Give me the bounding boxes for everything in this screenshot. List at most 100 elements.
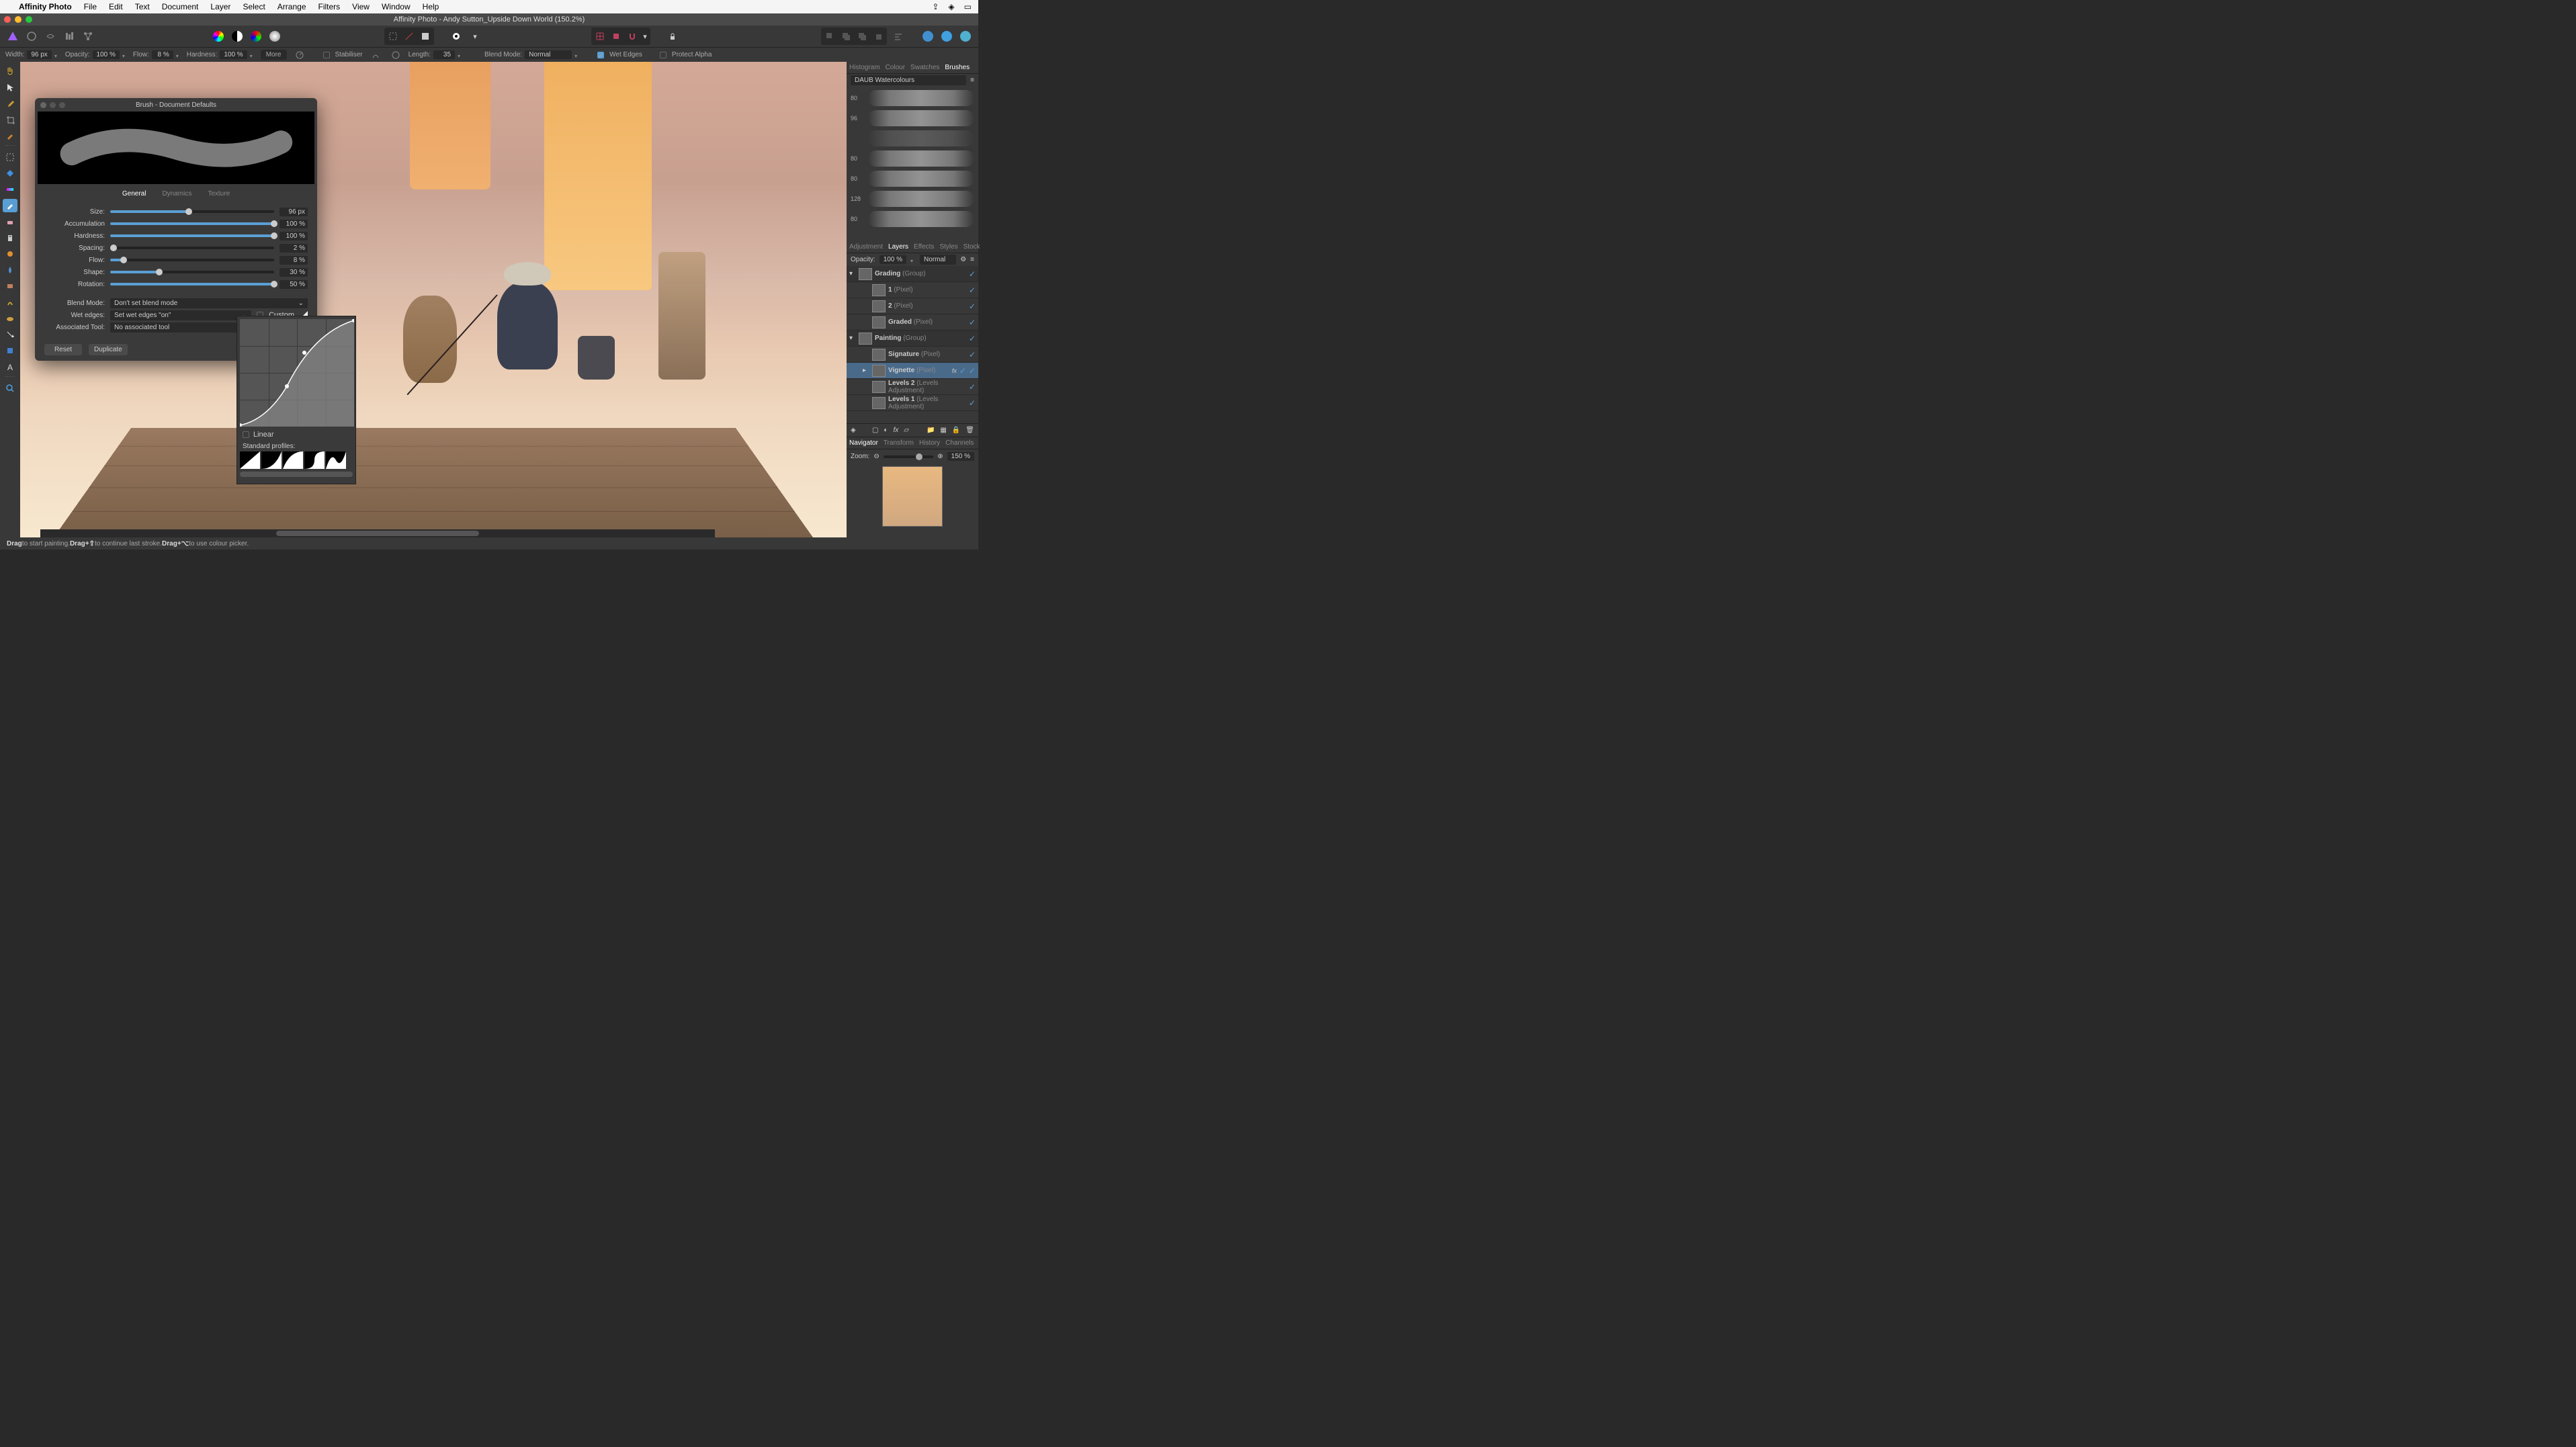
snap-magnet-icon[interactable] — [625, 29, 640, 44]
layer-list[interactable]: ▾ Grading (Group) ✓ 1 (Pixel) ✓ 2 (Pixel… — [847, 266, 978, 423]
dlg-spacing-input[interactable]: 2 % — [280, 244, 308, 253]
curve-editor[interactable] — [240, 319, 354, 427]
menu-text[interactable]: Text — [135, 2, 150, 11]
disclosure-icon[interactable]: ▾ — [849, 335, 856, 342]
brush-preset[interactable]: 128 — [849, 189, 976, 209]
horizontal-scrollbar[interactable] — [40, 529, 715, 537]
move-tool[interactable] — [3, 81, 17, 94]
layers-menu-icon[interactable]: ≡ — [970, 256, 974, 263]
smudge-tool[interactable] — [3, 296, 17, 309]
layer-name[interactable]: Grading (Group) — [875, 270, 966, 277]
dlg-shape-slider[interactable] — [110, 271, 274, 273]
layer-row[interactable]: Signature (Pixel) ✓ — [847, 347, 978, 363]
wet-edges-checkbox[interactable]: ✓ — [597, 52, 604, 58]
menu-file[interactable]: File — [84, 2, 97, 11]
window-minimize-button[interactable] — [15, 16, 22, 23]
assistant-1-icon[interactable] — [920, 29, 935, 44]
linear-checkbox[interactable] — [243, 431, 249, 438]
dlg-blend-select[interactable]: Don't set blend mode⌄ — [110, 298, 308, 308]
persona-export-icon[interactable] — [81, 29, 95, 44]
align-icon[interactable] — [891, 29, 906, 44]
app-name[interactable]: Affinity Photo — [19, 2, 72, 11]
stabiliser-mode-2-icon[interactable] — [388, 48, 403, 62]
layer-opacity-input[interactable]: 100 % — [879, 255, 906, 264]
zoom-input[interactable]: 150 % — [947, 452, 974, 461]
gradient-tool[interactable] — [3, 183, 17, 196]
tab-navigator[interactable]: Navigator — [849, 439, 878, 447]
disclosure-icon[interactable]: ▸ — [863, 367, 869, 374]
layer-row[interactable]: ▸ Vignette (Pixel) fx ✓✓ — [847, 363, 978, 379]
colour-grey-icon[interactable] — [267, 29, 282, 44]
opacity-dropdown-icon[interactable] — [122, 52, 128, 58]
menu-filters[interactable]: Filters — [318, 2, 341, 11]
flow-input[interactable]: 8 % — [152, 50, 173, 59]
dlg-spacing-slider[interactable] — [110, 247, 274, 249]
tab-history[interactable]: History — [919, 439, 940, 447]
hardness-dropdown-icon[interactable] — [250, 52, 255, 58]
colour-bw-icon[interactable] — [230, 29, 245, 44]
length-dropdown-icon[interactable] — [458, 52, 463, 58]
brush-dialog-titlebar[interactable]: Brush - Document Defaults — [35, 98, 317, 112]
brush-preset[interactable] — [849, 128, 976, 148]
tab-texture[interactable]: Texture — [208, 190, 230, 198]
dlg-accumulation-input[interactable]: 100 % — [280, 220, 308, 228]
dlg-flow-input[interactable]: 8 % — [280, 256, 308, 265]
layer-adjustment-icon[interactable]: ◐ — [884, 427, 888, 434]
tab-layers[interactable]: Layers — [888, 243, 908, 251]
tab-styles[interactable]: Styles — [939, 243, 957, 251]
brush-preset[interactable]: 80 — [849, 209, 976, 229]
layer-visible-icon[interactable]: ✓ — [969, 350, 976, 359]
layer-visible-icon[interactable]: ✓ — [969, 382, 976, 392]
width-input[interactable]: 96 px — [27, 50, 51, 59]
layer-name[interactable]: 1 (Pixel) — [888, 286, 966, 294]
layer-visible-icon[interactable]: ✓ — [969, 334, 976, 343]
more-button[interactable]: More — [261, 50, 287, 60]
profile-preset[interactable] — [304, 451, 325, 469]
brush-preset[interactable]: 80 — [849, 88, 976, 108]
protect-alpha-checkbox[interactable] — [660, 52, 667, 58]
tab-brushes[interactable]: Brushes — [945, 64, 970, 71]
tab-effects[interactable]: Effects — [914, 243, 934, 251]
quick-mask-dropdown-icon[interactable]: ▾ — [468, 29, 482, 44]
tab-general[interactable]: General — [122, 190, 146, 198]
layer-visible-icon[interactable]: ✓ — [969, 302, 976, 311]
selection-mode-1-icon[interactable] — [386, 29, 400, 44]
stabiliser-mode-1-icon[interactable] — [368, 48, 383, 62]
layer-row[interactable]: ▾ Painting (Group) ✓ — [847, 331, 978, 347]
layer-lock-icon[interactable]: 🔒 — [952, 427, 960, 434]
layer-fx-icon[interactable]: fx — [893, 427, 898, 434]
disclosure-icon[interactable]: ▾ — [849, 270, 856, 277]
hardness-input[interactable]: 100 % — [220, 50, 247, 59]
layer-name[interactable]: Painting (Group) — [875, 335, 966, 342]
brushes-menu-icon[interactable]: ≡ — [970, 77, 974, 84]
brush-list[interactable]: 80 96 80 80 128 80 — [847, 87, 978, 241]
dlg-size-slider[interactable] — [110, 210, 274, 213]
snap-dropdown-icon[interactable]: ▾ — [641, 29, 649, 44]
arrange-back-icon[interactable] — [822, 29, 837, 44]
tab-histogram[interactable]: Histogram — [849, 64, 880, 71]
menu-arrange[interactable]: Arrange — [277, 2, 306, 11]
tab-colour[interactable]: Colour — [886, 64, 905, 71]
dialog-min-button[interactable] — [50, 102, 56, 108]
zoom-in-button[interactable]: ⊕ — [937, 453, 943, 460]
layer-visible-icon[interactable]: ✓ — [969, 318, 976, 327]
layer-visible-icon[interactable]: ✓ — [969, 398, 976, 408]
marquee-tool[interactable] — [3, 150, 17, 164]
layer-name[interactable]: Levels 2 (Levels Adjustment) — [888, 380, 966, 394]
tab-adjustment[interactable]: Adjustment — [849, 243, 883, 251]
dodge-tool[interactable] — [3, 247, 17, 261]
text-tool[interactable]: A — [3, 360, 17, 374]
crop-tool[interactable] — [3, 113, 17, 126]
layer-row[interactable]: Levels 2 (Levels Adjustment) ✓ — [847, 379, 978, 395]
opacity-input[interactable]: 100 % — [93, 50, 120, 59]
menu-select[interactable]: Select — [243, 2, 265, 11]
layer-row[interactable]: Graded (Pixel) ✓ — [847, 314, 978, 331]
selection-mode-2-icon[interactable] — [402, 29, 417, 44]
menu-help[interactable]: Help — [423, 2, 439, 11]
snap-grid-icon[interactable] — [593, 29, 607, 44]
tab-swatches[interactable]: Swatches — [910, 64, 939, 71]
brush-preset[interactable]: 80 — [849, 169, 976, 189]
snap-guides-icon[interactable] — [609, 29, 624, 44]
zoom-slider[interactable] — [884, 455, 934, 458]
dlg-size-input[interactable]: 96 px — [280, 208, 308, 216]
